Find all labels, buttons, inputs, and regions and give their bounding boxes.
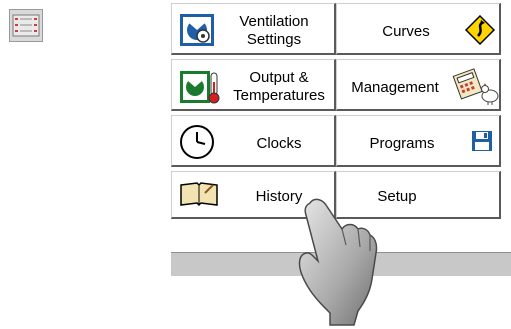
fan-thermometer-icon — [180, 71, 220, 104]
management-label: Management — [351, 79, 439, 96]
programs-button[interactable]: Programs — [336, 115, 501, 167]
curves-button[interactable]: Curves — [336, 3, 501, 55]
management-button[interactable]: Management — [336, 59, 501, 111]
clocks-button[interactable]: Clocks — [171, 115, 336, 167]
clocks-label: Clocks — [256, 135, 302, 152]
output-temperatures-label: Output & Temperatures — [233, 69, 325, 104]
curves-label: Curves — [382, 23, 430, 40]
output-temperatures-button[interactable]: Output & Temperatures — [171, 59, 336, 111]
menu-grid: Ventilation Settings Curves Output & Tem… — [171, 3, 511, 219]
control-panel-icon[interactable] — [9, 9, 43, 42]
pointing-hand-icon — [298, 198, 378, 326]
programs-label: Programs — [369, 135, 435, 152]
calculator-chicken-icon — [452, 68, 499, 105]
ventilation-settings-button[interactable]: Ventilation Settings — [171, 3, 336, 55]
curve-road-sign-icon — [465, 15, 495, 45]
open-book-icon — [180, 182, 218, 207]
floppy-disk-icon — [472, 131, 492, 151]
fan-settings-icon — [180, 14, 214, 46]
clock-icon — [180, 125, 214, 159]
ventilation-settings-label: Ventilation Settings — [239, 13, 309, 48]
